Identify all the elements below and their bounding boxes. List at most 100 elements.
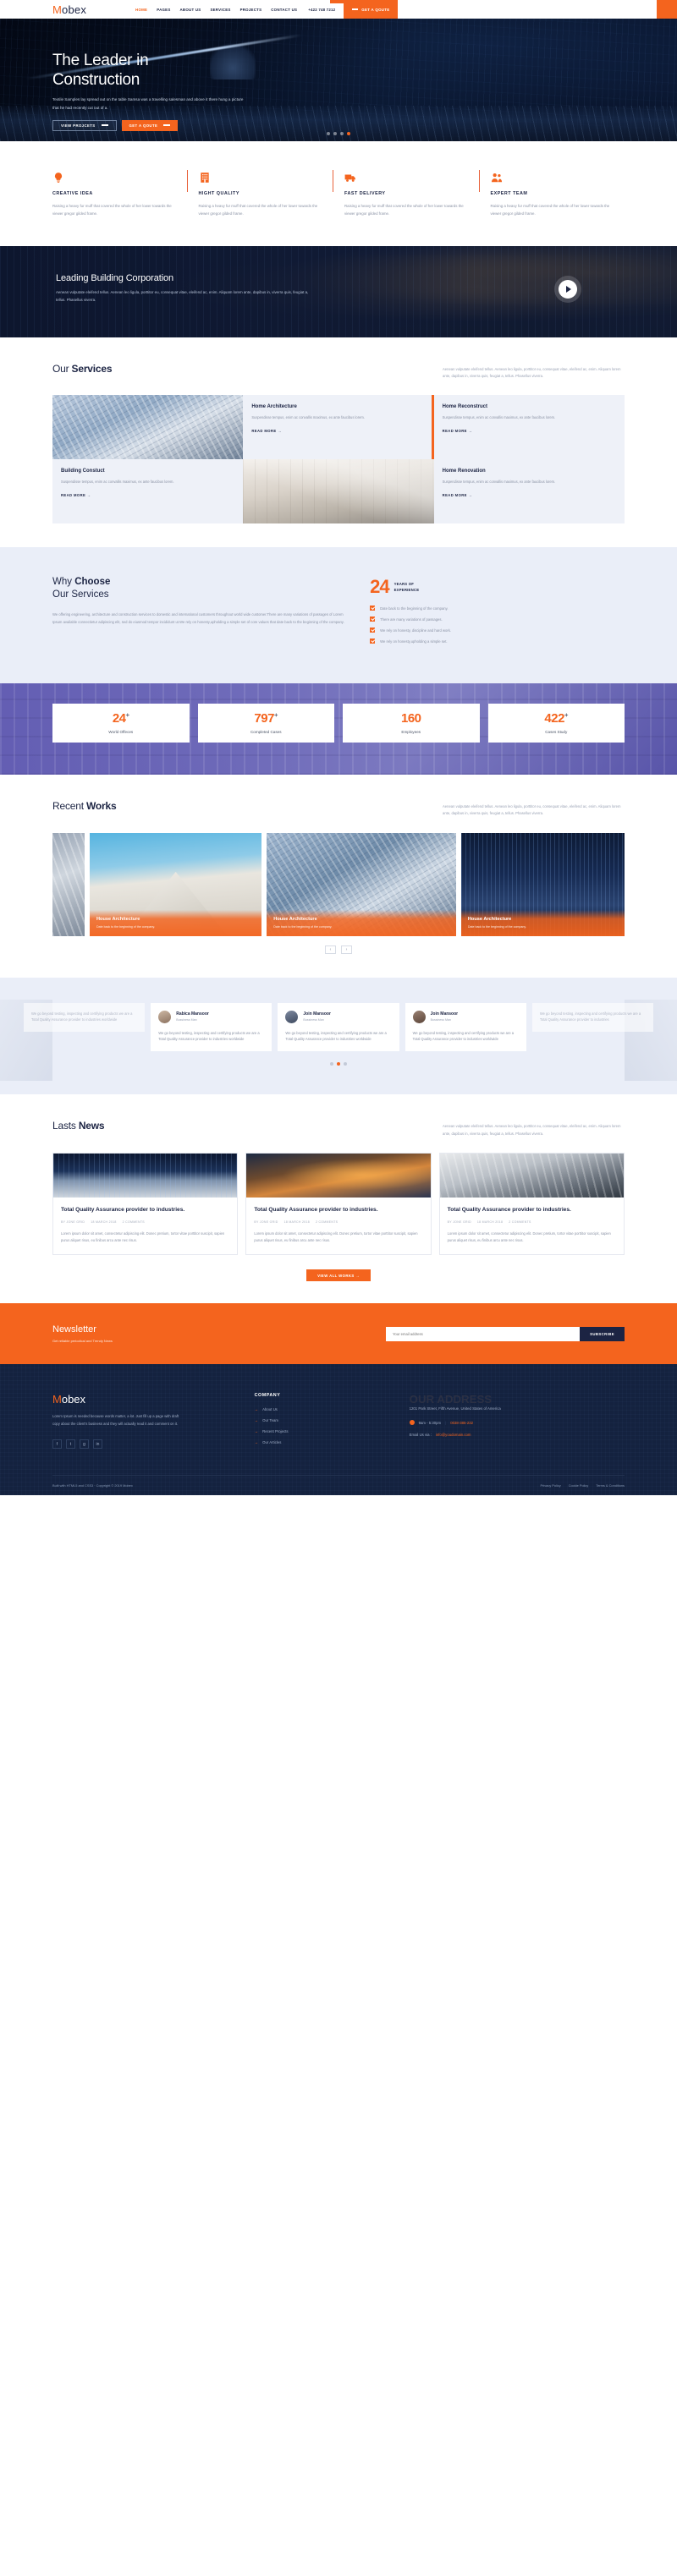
services-title: Our Services xyxy=(52,363,113,375)
footer-copyright: Built with HTML5 and CSS3 · Copyright © … xyxy=(52,1483,133,1488)
next-arrow-icon[interactable]: › xyxy=(341,945,352,954)
news-post-title: Total Quality Assurance provider to indu… xyxy=(447,1206,571,1213)
news-meta: BY JONE GRID 18 MARCH 2018 2 COMMENTS xyxy=(448,1220,616,1224)
footer-privacy-policy-link[interactable]: Privacy Policy xyxy=(540,1483,560,1488)
work-thumb-partial[interactable] xyxy=(52,832,85,936)
footer-link-our-articles[interactable]: → Our Articles xyxy=(255,1440,389,1444)
google-plus-icon[interactable]: g xyxy=(80,1439,89,1450)
footer-brand: Mobex Lorem Ipsum is needed because word… xyxy=(52,1393,234,1451)
counter-suffix: + xyxy=(273,711,278,720)
header-get-quote-label: GET A QOUTE xyxy=(361,7,390,12)
service-card-home-renovation: Home Renovation Suspendisse tempus, enim… xyxy=(433,459,625,524)
services-header: Our Services Aenean vulputate eleifend t… xyxy=(52,363,625,380)
service-title: Home Renovation xyxy=(442,469,486,474)
twitter-icon[interactable]: t xyxy=(66,1439,75,1450)
work-item-1[interactable]: House Architecture Date back to the begi… xyxy=(90,832,262,936)
works-title-normal: Recent xyxy=(52,800,86,813)
footer-link-recent-projects[interactable]: → Recent Projects xyxy=(255,1429,389,1433)
avatar xyxy=(285,1010,299,1023)
service-read-more-link[interactable]: READ MORE → xyxy=(443,429,616,433)
experience-label-line1: YEARS OF xyxy=(394,582,415,587)
hero-get-quote-label: GET A QOUTE xyxy=(129,123,158,128)
view-projects-button[interactable]: VIEW PROJCETS xyxy=(52,119,117,131)
news-grid: Total Quality Assurance provider to indu… xyxy=(52,1152,625,1256)
works-title-bold: Works xyxy=(85,800,117,813)
hero-slider-dots[interactable] xyxy=(327,132,350,135)
work-item-2[interactable]: House Architecture Date back to the begi… xyxy=(267,832,456,936)
header-get-quote-button[interactable]: GET A QOUTE xyxy=(344,0,399,19)
services-subtitle: Aenean vulputate eleifend tellus. Aenean… xyxy=(443,367,621,379)
testimonial-dot-1[interactable] xyxy=(330,1062,333,1066)
footer-terms-link[interactable]: Terms & Conditions xyxy=(596,1483,625,1488)
news-author: BY JONE GRID xyxy=(254,1220,278,1225)
services-title-bold: Services xyxy=(71,363,113,375)
footer-link-about-us[interactable]: → About Us xyxy=(255,1407,389,1411)
why-title-normal: Why xyxy=(52,577,75,588)
news-post-title: Total Quality Assurance provider to indu… xyxy=(61,1206,185,1213)
testimonial-dot-3[interactable] xyxy=(344,1062,347,1066)
nav-item-projects[interactable]: PROJECTS xyxy=(240,8,262,12)
newsletter-title: Newsletter xyxy=(52,1324,96,1335)
work-item-3[interactable]: House Architecture Date back to the begi… xyxy=(460,832,625,936)
newsletter-form: SUBSCRIBE xyxy=(386,1326,625,1341)
testimonial-dot-2-active[interactable] xyxy=(337,1062,340,1066)
feature-title: CREATIVE IDEA xyxy=(52,191,93,196)
footer-bottom-links: Privacy Policy Cookie Policy Terms & Con… xyxy=(540,1483,625,1488)
footer-phone[interactable]: 0038-385-232 xyxy=(450,1421,473,1425)
service-read-more-link[interactable]: READ MORE → xyxy=(251,429,425,433)
news-comments: 2 COMMENTS xyxy=(315,1220,338,1225)
footer-logo[interactable]: Mobex xyxy=(52,1393,234,1406)
newsletter-subtitle: Get reliable periodical and Trendy News xyxy=(52,1339,113,1344)
linkedin-icon[interactable]: in xyxy=(93,1439,102,1450)
testimonial-card-1: Rabica Mansoor Bussiness Man We go beyon… xyxy=(151,1002,272,1052)
nav-item-home[interactable]: HOME xyxy=(135,8,147,12)
prev-arrow-icon[interactable]: ‹ xyxy=(325,945,336,954)
counter-suffix: + xyxy=(564,711,569,720)
nav-item-contact-us[interactable]: CONTACT US xyxy=(271,8,297,12)
footer-email[interactable]: info@youdomain.com xyxy=(436,1433,471,1437)
news-card-2[interactable]: Total Quality Assurance provider to indu… xyxy=(245,1152,432,1256)
news-comments: 2 COMMENTS xyxy=(122,1220,145,1225)
experience-years-label: YEARS OF EXPERIENCE xyxy=(394,579,420,593)
arrow-bar-icon xyxy=(101,124,108,127)
nav-item-services[interactable]: SERVICES xyxy=(210,8,230,12)
testimonial-name: Join Mansoor xyxy=(430,1011,459,1017)
testimonial-role: Bussiness Man xyxy=(430,1018,451,1022)
header-phone[interactable]: +422 748 7212 xyxy=(308,8,335,12)
hero-dot-4-active[interactable] xyxy=(347,132,350,135)
news-card-3[interactable]: Total Quality Assurance provider to indu… xyxy=(438,1152,625,1256)
counter-label: Employees xyxy=(401,730,421,735)
newsletter-subscribe-button[interactable]: SUBSCRIBE xyxy=(580,1326,625,1341)
counters-section: 24+ World Offeces 797+ Completed Cases 1… xyxy=(0,683,677,776)
nav-item-about-us[interactable]: ABOUT US xyxy=(180,8,201,12)
news-image xyxy=(439,1153,624,1198)
nav-item-pages[interactable]: PAGES xyxy=(157,8,170,12)
works-header: Recent Works Aenean vulputate eleifend t… xyxy=(52,800,625,817)
play-icon[interactable] xyxy=(559,280,577,299)
hero-dot-2[interactable] xyxy=(333,132,337,135)
footer-email-line: Email Us via : info@youdomain.com xyxy=(410,1433,625,1437)
video-banner-content: Leading Building Corporation Aenean vulp… xyxy=(0,246,677,304)
hero-dot-3[interactable] xyxy=(340,132,344,135)
footer-link-our-team[interactable]: → Our Team xyxy=(255,1418,389,1422)
view-all-works-button[interactable]: VIEW ALL WORKS → xyxy=(306,1269,371,1282)
footer-about-text: Lorem Ipsum is needed because words matt… xyxy=(52,1414,179,1427)
newsletter-email-input[interactable] xyxy=(386,1326,581,1341)
footer-hours-phone: 9am - 5:30pm | 0038-385-232 xyxy=(409,1420,625,1426)
arrow-icon: → xyxy=(254,1407,259,1412)
arrow-icon: → xyxy=(254,1418,259,1423)
newsletter-text: Newsletter Get reliable periodical and T… xyxy=(52,1324,113,1343)
news-card-1[interactable]: Total Quality Assurance provider to indu… xyxy=(52,1152,239,1256)
hero-get-quote-button[interactable]: GET A QOUTE xyxy=(121,119,179,131)
arrow-icon: → xyxy=(254,1440,259,1445)
service-read-more-link[interactable]: READ MORE → xyxy=(61,493,234,497)
service-read-more-link[interactable]: READ MORE → xyxy=(443,493,616,497)
features-section: CREATIVE IDEA Raising a heavy fur muff t… xyxy=(0,141,677,247)
checklist-label: We rely on honesty, discipline and hard … xyxy=(380,628,451,633)
hero-dot-1[interactable] xyxy=(327,132,330,135)
footer-cookie-policy-link[interactable]: Cookie Policy xyxy=(569,1483,589,1488)
checklist-item: We rely on honesty, discipline and hard … xyxy=(370,628,625,633)
testimonials-dots[interactable] xyxy=(0,1062,677,1066)
facebook-icon[interactable]: f xyxy=(52,1439,62,1450)
site-logo[interactable]: Mobex xyxy=(52,3,86,16)
